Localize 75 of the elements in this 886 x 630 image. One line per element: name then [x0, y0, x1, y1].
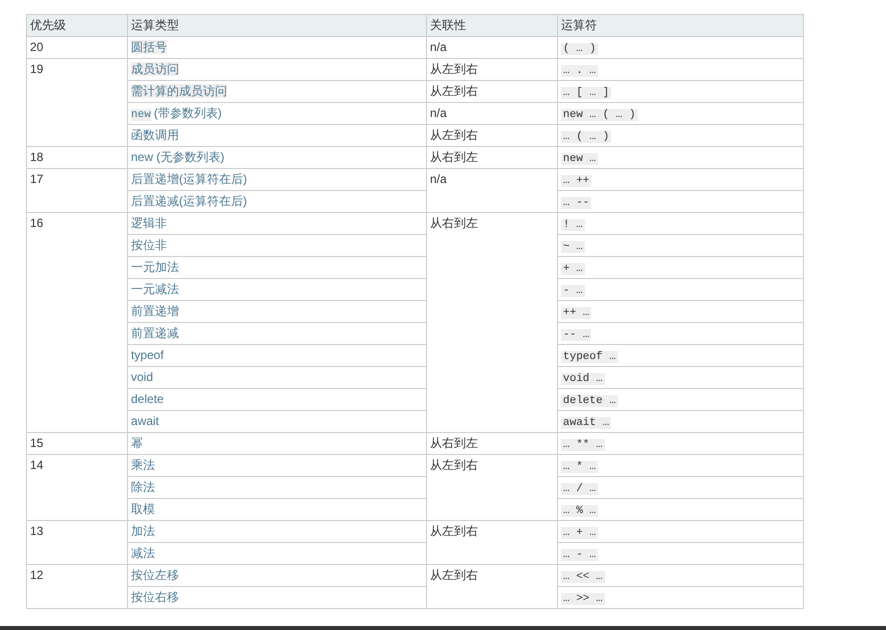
associativity-cell: 从左到右: [426, 454, 558, 520]
operator-code: … << …: [561, 571, 605, 583]
operator-code: … [ … ]: [561, 87, 612, 99]
operation-type-link[interactable]: 一元加法: [131, 260, 179, 274]
column-header: 运算类型: [128, 14, 426, 36]
operator-code: delete …: [561, 395, 618, 407]
operation-type-link[interactable]: 取模: [131, 502, 155, 516]
associativity-cell: n/a: [426, 36, 558, 58]
operator-code: new …: [561, 153, 598, 165]
operator-code: … . …: [561, 65, 598, 77]
column-header: 关联性: [426, 14, 558, 36]
operation-type-link[interactable]: 函数调用: [131, 128, 179, 142]
operation-type-link[interactable]: 除法: [131, 480, 155, 494]
associativity-cell: 从右到左: [426, 212, 558, 432]
operator-code: … ( … ): [561, 131, 612, 143]
precedence-cell: 20: [26, 36, 128, 58]
operator-code: ! …: [561, 219, 585, 231]
operation-type-link[interactable]: 前置递增: [131, 304, 179, 318]
operator-code: … / …: [561, 483, 598, 495]
operation-type-link[interactable]: new (带参数列表): [131, 106, 222, 120]
operation-type-link[interactable]: typeof: [131, 348, 164, 362]
operator-code: ( … ): [561, 43, 598, 55]
operation-type-link[interactable]: 按位右移: [131, 590, 179, 604]
precedence-cell: 19: [26, 58, 128, 146]
operation-type-link[interactable]: 需计算的成员访问: [131, 84, 227, 98]
operator-code: … ** …: [561, 439, 605, 451]
operation-type-link[interactable]: 幂: [131, 436, 143, 450]
precedence-cell: 17: [26, 168, 128, 212]
operator-code: … ++: [561, 175, 592, 187]
column-header: 运算符: [558, 14, 804, 36]
operator-code: new … ( … ): [561, 109, 638, 121]
operator-code: … + …: [561, 527, 598, 539]
associativity-cell: n/a: [426, 168, 558, 212]
operator-code: typeof …: [561, 351, 618, 363]
operator-code: - …: [561, 285, 585, 297]
associativity-cell: 从右到左: [426, 146, 558, 168]
precedence-cell: 12: [26, 564, 128, 608]
operation-type-link[interactable]: 减法: [131, 546, 155, 560]
operation-type-link[interactable]: 逻辑非: [131, 216, 167, 230]
operator-code: await …: [561, 417, 612, 429]
operator-code: … * …: [561, 461, 598, 473]
associativity-cell: 从右到左: [426, 432, 558, 454]
operator-code: ++ …: [561, 307, 592, 319]
precedence-cell: 14: [26, 454, 128, 520]
precedence-cell: 13: [26, 520, 128, 564]
column-header: 优先级: [26, 14, 128, 36]
operator-code: … % …: [561, 505, 598, 517]
operation-type-link[interactable]: 乘法: [131, 458, 155, 472]
associativity-cell: 从左到右: [426, 80, 558, 102]
operator-code: void …: [561, 373, 605, 385]
operation-type-link[interactable]: new (无参数列表): [131, 150, 224, 164]
associativity-cell: 从左到右: [426, 564, 558, 608]
precedence-cell: 15: [26, 432, 128, 454]
operation-type-link[interactable]: await: [131, 414, 160, 428]
operation-type-link[interactable]: void: [131, 370, 154, 384]
operation-type-link[interactable]: 按位左移: [131, 568, 179, 582]
operation-type-link[interactable]: 按位非: [131, 238, 167, 252]
associativity-cell: 从左到右: [426, 520, 558, 564]
operator-code: … >> …: [561, 593, 605, 605]
associativity-cell: 从左到右: [426, 58, 558, 80]
operation-type-link[interactable]: delete: [131, 392, 164, 406]
operation-type-link[interactable]: 前置递减: [131, 326, 179, 340]
operation-type-link[interactable]: 一元减法: [131, 282, 179, 296]
operation-type-link[interactable]: 加法: [131, 524, 155, 538]
associativity-cell: 从左到右: [426, 124, 558, 146]
operator-code: … --: [561, 197, 592, 209]
operation-type-link[interactable]: 圆括号: [131, 40, 167, 54]
precedence-cell: 18: [26, 146, 128, 168]
operator-code: + …: [561, 263, 585, 275]
operator-code: … - …: [561, 549, 598, 561]
operator-code: -- …: [561, 329, 592, 341]
associativity-cell: n/a: [426, 102, 558, 124]
operator-code: ~ …: [561, 241, 585, 253]
precedence-cell: 16: [26, 212, 128, 432]
operation-type-link[interactable]: 成员访问: [131, 62, 179, 76]
